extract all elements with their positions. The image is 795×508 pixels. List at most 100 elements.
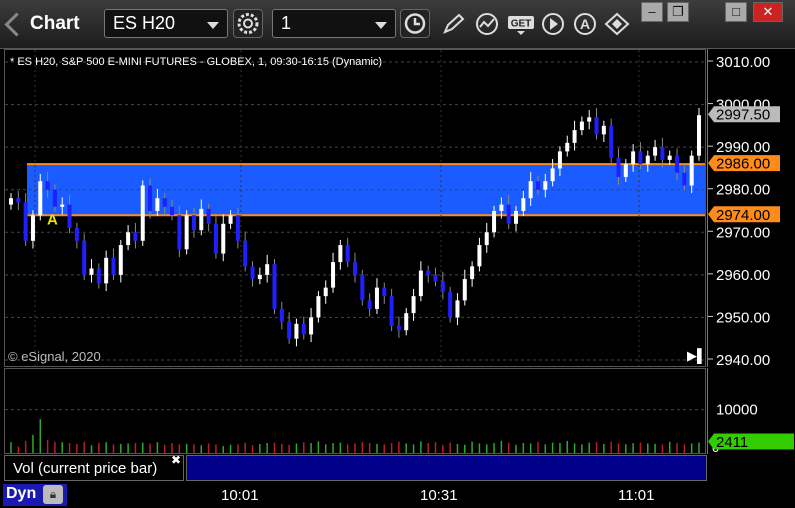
volume-axis[interactable]: 1000002411 <box>707 368 795 454</box>
candle <box>74 228 79 241</box>
price-axis[interactable]: 3010.00 3000.00 2990.00 2980.00 2970.00 2960.… <box>707 49 795 367</box>
axis-label: 2940.00 <box>716 352 770 367</box>
candle <box>45 181 50 190</box>
candle <box>609 125 614 158</box>
candle <box>199 208 204 231</box>
candle <box>191 215 196 231</box>
candle <box>257 274 262 280</box>
candle <box>492 211 497 233</box>
candle <box>213 223 218 254</box>
restore-button[interactable]: ❐ <box>667 2 689 22</box>
candle <box>96 268 101 284</box>
candle <box>272 264 277 309</box>
close-icon[interactable]: ✖ <box>171 453 181 467</box>
candle <box>309 317 314 335</box>
candle <box>162 198 167 207</box>
get-label: GET <box>511 19 532 30</box>
candle <box>148 185 153 211</box>
candle <box>104 257 109 284</box>
candle <box>418 270 423 297</box>
candle <box>426 270 431 275</box>
candle <box>396 325 401 331</box>
price-chart[interactable]: A <box>5 50 705 366</box>
candle <box>265 264 270 275</box>
candle <box>484 232 489 246</box>
candle <box>565 142 570 152</box>
candle <box>623 164 628 177</box>
candle <box>155 198 160 211</box>
candle <box>660 147 665 160</box>
axis-label: 2950.00 <box>716 309 770 326</box>
candle <box>9 198 13 205</box>
volume-panel[interactable] <box>4 368 706 454</box>
candle <box>667 155 672 160</box>
chevron-grip-icon[interactable] <box>4 12 29 37</box>
candle <box>52 189 57 207</box>
axis-label: 3010.00 <box>716 54 770 71</box>
candle <box>133 232 138 241</box>
close-button[interactable]: ✕ <box>753 2 783 22</box>
candle <box>645 155 650 165</box>
candle <box>206 208 211 224</box>
candle <box>374 287 379 309</box>
minimize-button[interactable]: – <box>641 2 663 22</box>
candle <box>67 204 72 229</box>
candle <box>499 204 504 211</box>
window-title: Chart <box>30 13 80 34</box>
interval-select[interactable]: 1 <box>272 9 396 38</box>
settings-button[interactable] <box>233 9 263 38</box>
candle <box>294 323 299 339</box>
candle <box>316 296 321 318</box>
candle <box>89 268 94 275</box>
chevron-down-icon <box>375 22 387 29</box>
candle <box>353 262 357 275</box>
candle <box>689 155 694 186</box>
pencil-icon[interactable] <box>440 12 466 36</box>
candle <box>331 262 336 288</box>
time-axis[interactable] <box>0 481 795 508</box>
candle <box>697 115 701 156</box>
diamond-tool-icon[interactable] <box>604 12 630 36</box>
candle <box>177 215 182 250</box>
symbol-select[interactable]: ES H20 <box>104 9 228 38</box>
alert-icon[interactable]: A <box>572 12 598 36</box>
candle <box>521 198 526 211</box>
study-label[interactable]: Vol (current price bar) <box>4 455 184 481</box>
vol-last-label: 2411 <box>716 434 748 451</box>
candle <box>82 240 87 275</box>
candle <box>30 215 35 241</box>
candle <box>287 321 292 339</box>
candle <box>118 245 123 275</box>
time-template-button[interactable] <box>400 9 430 38</box>
candle <box>601 125 606 135</box>
candle <box>631 151 636 165</box>
volume-chart <box>5 409 705 453</box>
candle <box>587 117 592 122</box>
time-label: 11:01 <box>618 487 655 504</box>
copyright-text: © eSignal, 2020 <box>8 349 101 364</box>
price-axis-labels: 3010.003000.002990.002980.002970.002960.… <box>708 54 780 367</box>
axis-label: 2970.00 <box>716 224 770 241</box>
gear-icon <box>237 13 259 34</box>
price-chart-panel[interactable]: A <box>4 49 706 367</box>
candle <box>23 202 28 241</box>
candle <box>235 215 240 241</box>
axis-label: 2990.00 <box>716 139 770 156</box>
lock-icon[interactable]: 🔒︎ <box>43 485 63 504</box>
candle <box>16 198 21 203</box>
line-study-icon[interactable] <box>474 12 500 36</box>
get-icon[interactable]: GET <box>507 12 534 36</box>
scroll-to-end-icon[interactable]: ▶▌ <box>687 348 706 364</box>
symbol-value: ES H20 <box>113 13 176 33</box>
title-bar: Chart ES H20 1 GET A – ❐ □ ✕ <box>0 0 795 49</box>
candle <box>638 151 643 165</box>
maximize-button[interactable]: □ <box>725 2 747 22</box>
candle <box>440 281 445 292</box>
volume-axis-labels: 1000002411 <box>708 402 794 454</box>
candle <box>184 215 189 250</box>
candle <box>543 181 548 190</box>
candle <box>60 204 65 207</box>
play-icon[interactable] <box>540 12 566 36</box>
candle <box>111 257 116 275</box>
upper-zone-label: 2986.00 <box>716 156 770 173</box>
